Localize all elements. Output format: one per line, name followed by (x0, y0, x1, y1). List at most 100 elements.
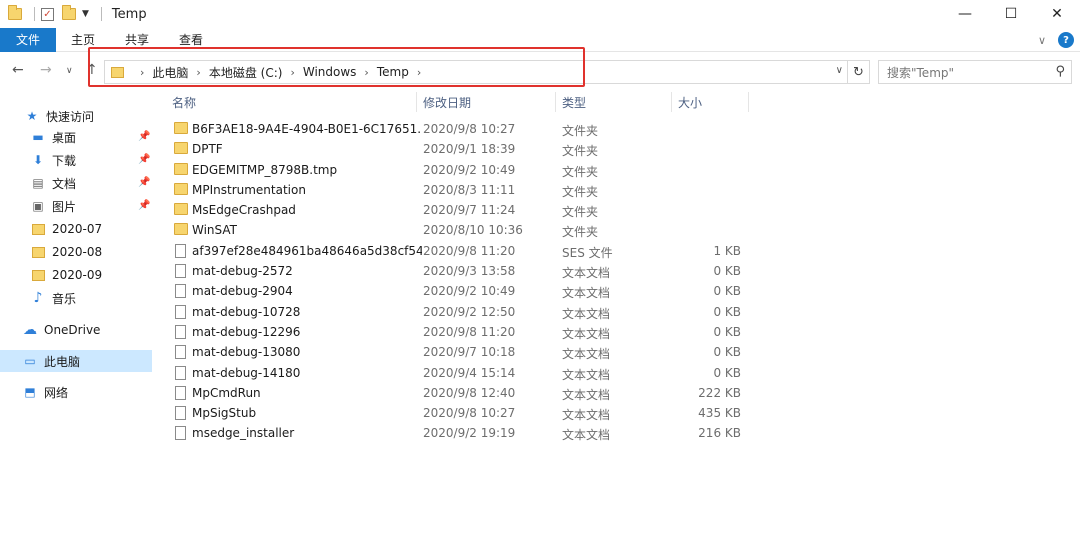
refresh-button[interactable]: ↻ (848, 60, 870, 84)
pin-icon[interactable]: 📌 (138, 177, 150, 188)
file-icon (175, 324, 186, 339)
file-row[interactable]: mat-debug-13080 2020/9/7 10:18 文本文档 0 KB (160, 342, 780, 362)
file-date: 2020/9/2 12:50 (423, 304, 516, 319)
toolbar-divider (100, 7, 102, 21)
sidebar-item-quick-access[interactable]: ★ 快速访问 (24, 105, 94, 127)
column-header-type[interactable]: 类型 (562, 90, 586, 114)
file-date: 2020/9/8 10:27 (423, 406, 516, 421)
file-name: MpSigStub (192, 406, 257, 421)
pin-icon[interactable]: 📌 (138, 154, 150, 165)
title-bar: ✓ ▼ Temp — ☐ ✕ (0, 0, 1080, 28)
sidebar-item-this-pc[interactable]: ▭ 此电脑 (0, 350, 152, 372)
file-date: 2020/9/8 11:20 (423, 324, 516, 339)
column-headers: 名称 修改日期 类型 大小 (160, 90, 760, 114)
file-type: 文本文档 (562, 306, 611, 321)
column-divider[interactable] (416, 92, 417, 112)
sidebar-item-2020-07[interactable]: 2020-07 (30, 218, 102, 240)
computer-icon: ▭ (24, 354, 36, 368)
sidebar-item-label: 网络 (44, 385, 69, 400)
column-divider[interactable] (555, 92, 556, 112)
maximize-button[interactable]: ☐ (988, 0, 1034, 28)
sidebar-item-label: 文档 (52, 176, 77, 191)
chevron-down-icon[interactable]: ∨ (836, 65, 843, 76)
customize-toolbar-icon[interactable]: ▼ (82, 9, 89, 19)
sidebar-item-music[interactable]: ♪ 音乐 (30, 287, 76, 309)
properties-icon[interactable]: ✓ (41, 7, 54, 21)
file-row[interactable]: MPInstrumentation 2020/8/3 11:11 文件夹 (160, 180, 780, 200)
file-icon (175, 365, 186, 380)
file-row[interactable]: WinSAT 2020/8/10 10:36 文件夹 (160, 220, 780, 240)
folder-icon (174, 142, 188, 155)
sidebar-item-onedrive[interactable]: ☁ OneDrive (22, 319, 100, 341)
file-row[interactable]: DPTF 2020/9/1 18:39 文件夹 (160, 139, 780, 159)
sidebar-item-pictures[interactable]: ▣ 图片 (30, 195, 76, 217)
file-type: 文件夹 (562, 124, 599, 138)
column-divider[interactable] (748, 92, 749, 112)
pin-icon[interactable]: 📌 (138, 131, 150, 142)
column-divider[interactable] (671, 92, 672, 112)
sidebar-item-downloads[interactable]: ⬇ 下载 (30, 149, 76, 171)
file-name: mat-debug-10728 (192, 304, 301, 319)
file-size: 0 KB (713, 284, 741, 299)
file-row[interactable]: msedge_installer 2020/9/2 19:19 文本文档 216 KB (160, 423, 780, 443)
pin-icon[interactable]: 📌 (138, 200, 150, 211)
sidebar-item-label: 快速访问 (46, 109, 95, 124)
file-row[interactable]: MpCmdRun 2020/9/8 12:40 文本文档 222 KB (160, 383, 780, 403)
file-row[interactable]: mat-debug-2904 2020/9/2 10:49 文本文档 0 KB (160, 281, 780, 301)
file-row[interactable]: mat-debug-2572 2020/9/3 13:58 文本文档 0 KB (160, 261, 780, 281)
file-date: 2020/8/3 11:11 (423, 182, 516, 197)
search-icon[interactable]: ⚲ (1055, 64, 1065, 79)
file-size: 435 KB (698, 406, 741, 421)
file-row[interactable]: mat-debug-14180 2020/9/4 15:14 文本文档 0 KB (160, 363, 780, 383)
sidebar-item-desktop[interactable]: ▬ 桌面 (30, 126, 76, 148)
new-folder-icon[interactable] (62, 5, 76, 20)
sidebar-item-documents[interactable]: ▤ 文档 (30, 172, 76, 194)
file-type: 文件夹 (562, 164, 599, 179)
file-date: 2020/9/4 15:14 (423, 365, 516, 380)
sidebar-item-label: 下载 (52, 153, 77, 168)
desktop-icon: ▬ (32, 130, 44, 144)
toolbar-divider (34, 7, 35, 21)
minimize-button[interactable]: — (942, 0, 988, 28)
expand-ribbon-icon[interactable]: ∨ (1038, 34, 1046, 47)
window-controls: — ☐ ✕ (942, 0, 1080, 28)
file-size: 0 KB (713, 324, 741, 339)
file-name: mat-debug-2572 (192, 264, 293, 279)
folder-icon (174, 182, 188, 195)
file-row[interactable]: EDGEMITMP_8798B.tmp 2020/9/2 10:49 文件夹 (160, 160, 780, 180)
file-size: 222 KB (698, 385, 741, 400)
file-row[interactable]: MsEdgeCrashpad 2020/9/7 11:24 文件夹 (160, 200, 780, 220)
forward-arrow-icon[interactable]: → (40, 62, 52, 78)
back-arrow-icon[interactable]: ← (12, 62, 24, 78)
column-header-name[interactable]: 名称 (172, 90, 196, 114)
file-date: 2020/9/8 12:40 (423, 385, 516, 400)
file-size: 0 KB (713, 365, 741, 380)
window-title: Temp (111, 6, 147, 22)
file-row[interactable]: MpSigStub 2020/9/8 10:27 文本文档 435 KB (160, 403, 780, 423)
sidebar-item-network[interactable]: ⬒ 网络 (22, 381, 68, 403)
file-type: SES 文件 (562, 245, 613, 260)
file-row[interactable]: B6F3AE18-9A4E-4904-B0E1-6C17651... 2020/9… (160, 119, 780, 139)
tab-file[interactable]: 文件 (0, 27, 56, 52)
recent-locations-icon[interactable]: ∨ (66, 66, 73, 76)
navigation-pane: ★ 快速访问 ▬ 桌面 📌 ⬇ 下载 📌 ▤ 文档 📌 ▣ 图片 📌 2020-… (0, 100, 160, 544)
sidebar-item-2020-09[interactable]: 2020-09 (30, 264, 102, 286)
file-name: mat-debug-14180 (192, 365, 301, 380)
close-button[interactable]: ✕ (1034, 0, 1080, 28)
help-icon[interactable]: ? (1058, 32, 1074, 48)
address-highlight-box (88, 47, 585, 87)
folder-icon[interactable] (8, 5, 22, 20)
file-size: 1 KB (713, 243, 741, 258)
sidebar-item-2020-08[interactable]: 2020-08 (30, 241, 102, 263)
file-row[interactable]: mat-debug-12296 2020/9/8 11:20 文本文档 0 KB (160, 322, 780, 342)
file-row[interactable]: af397ef28e484961ba48646a5d38cf54... 2020/… (160, 241, 780, 261)
cloud-icon: ☁ (23, 322, 37, 338)
file-type: 文本文档 (562, 408, 611, 423)
column-header-size[interactable]: 大小 (678, 90, 702, 114)
file-row[interactable]: mat-debug-10728 2020/9/2 12:50 文本文档 0 KB (160, 302, 780, 322)
search-input[interactable]: 搜索"Temp" ⚲ (878, 60, 1072, 84)
file-size: 0 KB (713, 345, 741, 360)
file-list: B6F3AE18-9A4E-4904-B0E1-6C17651... 2020/9… (160, 119, 780, 444)
file-type: 文本文档 (562, 326, 611, 341)
column-header-date[interactable]: 修改日期 (423, 90, 471, 114)
